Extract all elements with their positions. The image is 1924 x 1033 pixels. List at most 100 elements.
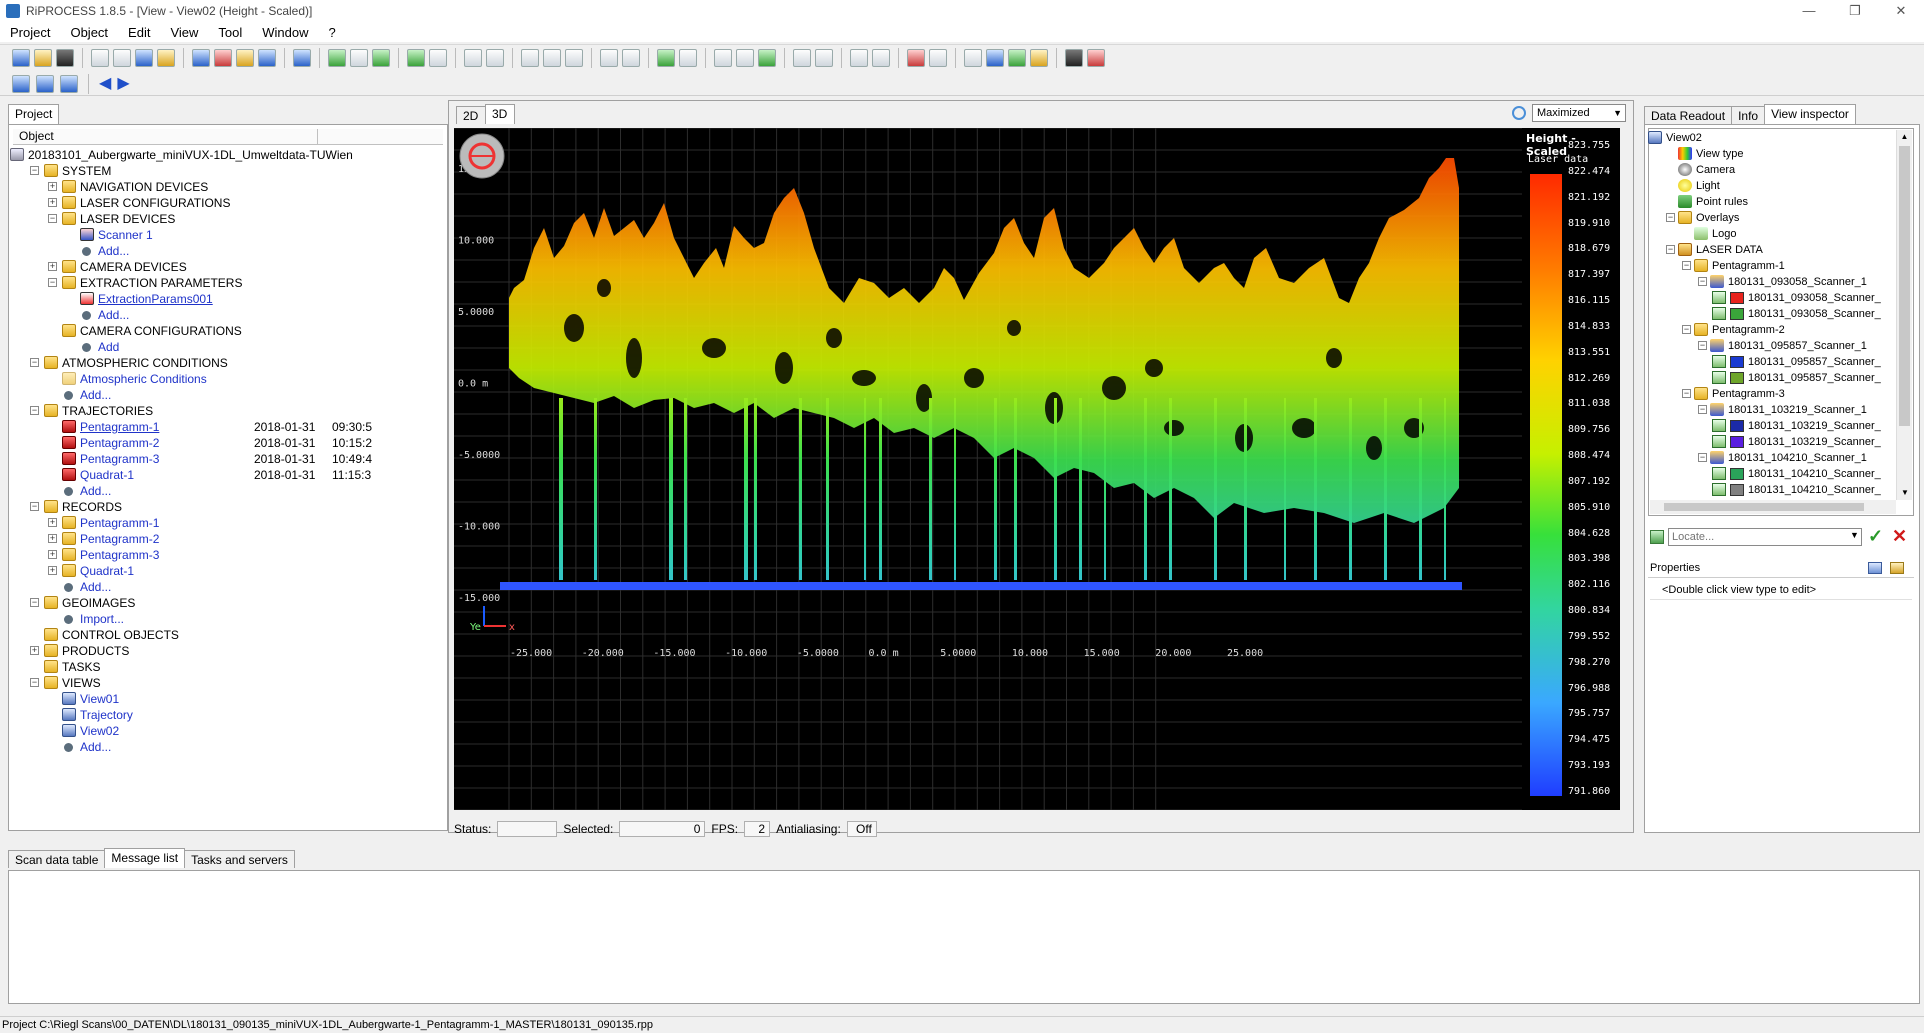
menu-project[interactable]: Project [10,25,50,40]
color-swatch[interactable] [1730,436,1744,448]
locate-input[interactable] [1668,528,1862,546]
tree-item[interactable]: Add [8,339,444,355]
collapse-icon[interactable]: − [48,278,57,287]
plane-icon[interactable] [714,48,732,67]
navigation-compass-icon[interactable] [459,133,505,179]
tree-item[interactable]: − EXTRACTION PARAMETERS [8,275,444,291]
pin-view-icon[interactable] [1512,106,1526,120]
tree-item-label[interactable]: PRODUCTS [62,643,129,659]
collapse-icon[interactable]: − [1698,341,1707,350]
tree-vscrollbar[interactable]: ▲ ▼ [1896,130,1912,500]
collapse-icon[interactable]: − [30,166,39,175]
inspector-item-label[interactable]: 180131_103219_Scanner_ [1748,418,1881,434]
globe-icon[interactable] [293,48,311,67]
tree-item-label[interactable]: Pentagramm-3 [80,547,159,563]
tree-item-label[interactable]: Pentagramm-1 [80,419,159,435]
point-cloud-view[interactable]: 15.000 10.000 5.0000 0.0 m -5.0000 -10.000 -15… [454,128,1522,810]
pin-icon[interactable] [600,48,618,67]
layout-vertical-icon[interactable] [36,74,54,93]
copy-properties-icon[interactable] [1868,562,1882,574]
inspector-item-label[interactable]: 180131_104210_Scanner_ [1748,482,1881,498]
properties-hint[interactable]: <Double click view type to edit> [1650,582,1912,600]
inspector-tree-item[interactable]: 180131_093058_Scanner_ [1648,290,1896,306]
inspector-tree-item[interactable]: − Pentagramm-1 [1648,258,1896,274]
color-swatch[interactable] [1730,420,1744,432]
inspector-item-label[interactable]: 180131_104210_Scanner_ [1748,466,1881,482]
inspector-tree-item[interactable]: − 180131_103219_Scanner_1 [1648,402,1896,418]
tab-message-list[interactable]: Message list [104,848,186,868]
inspector-item-label[interactable]: LASER DATA [1696,242,1763,258]
tree-item[interactable]: − SYSTEM [8,163,444,179]
inspector-item-label[interactable]: 180131_104210_Scanner_1 [1728,450,1867,466]
inspector-tree-item[interactable]: − 180131_093058_Scanner_1 [1648,274,1896,290]
tree-item-label[interactable]: 20183101_Aubergwarte_miniVUX-1DL_Umweltd… [28,147,353,163]
visibility-check-icon[interactable] [1712,291,1726,304]
undo-icon[interactable] [815,48,833,67]
close-button[interactable]: ✕ [1878,0,1924,22]
view-2d-icon[interactable] [328,48,346,67]
tab-tasks-and-servers[interactable]: Tasks and servers [184,850,295,868]
column-divider[interactable] [317,129,318,144]
back-arrow-icon[interactable]: ◀ [99,75,111,92]
locate-dropdown-icon[interactable]: ▼ [1850,530,1859,540]
expand-icon[interactable]: + [48,262,57,271]
tree-item[interactable]: Add... [8,483,444,499]
tab-scan-data-table[interactable]: Scan data table [8,850,106,868]
colorbar-icon[interactable] [1030,48,1048,67]
collapse-icon[interactable]: − [30,406,39,415]
expand-icon[interactable]: + [48,182,57,191]
tree-item[interactable]: Atmospheric Conditions [8,371,444,387]
tree-item-label[interactable]: Pentagramm-2 [80,435,159,451]
tree-item[interactable]: − GEOIMAGES [8,595,444,611]
tree-item[interactable]: CONTROL OBJECTS [8,627,444,643]
tree-item-label[interactable]: Add... [98,307,129,323]
tree-item-label[interactable]: Scanner 1 [98,227,153,243]
color-swatch[interactable] [1730,308,1744,320]
filter-icon[interactable] [986,48,1004,67]
tree-item-label[interactable]: Pentagramm-3 [80,451,159,467]
inspector-tree-item[interactable]: 180131_103219_Scanner_ [1648,434,1896,450]
inspector-item-label[interactable]: Pentagramm-2 [1712,322,1785,338]
minimize-button[interactable]: — [1786,0,1832,22]
tree-item-label[interactable]: View01 [80,691,119,707]
tree-item[interactable]: + NAVIGATION DEVICES [8,179,444,195]
tree-item-label[interactable]: CAMERA DEVICES [80,259,187,275]
expand-icon[interactable]: + [48,566,57,575]
tree-item-label[interactable]: Pentagramm-1 [80,515,159,531]
tree-item[interactable]: − ATMOSPHERIC CONDITIONS [8,355,444,371]
palette-icon[interactable] [1087,48,1105,67]
visibility-check-icon[interactable] [1712,371,1726,384]
inspector-tree-item[interactable]: − Pentagramm-3 [1648,386,1896,402]
select-icon[interactable] [464,48,482,67]
tree-item[interactable]: + Pentagramm-2 [8,531,444,547]
grid-icon[interactable] [758,48,776,67]
tab-project[interactable]: Project [8,104,60,124]
tree-item-label[interactable]: SYSTEM [62,163,111,179]
inspector-tree-item[interactable]: 180131_095857_Scanner_ [1648,370,1896,386]
tree-item[interactable]: View02 [8,723,444,739]
object-column-header[interactable]: Object [19,129,54,143]
tab-info[interactable]: Info [1731,106,1766,124]
hscroll-thumb[interactable] [1664,503,1864,511]
tree-item-label[interactable]: NAVIGATION DEVICES [80,179,208,195]
tree-item[interactable]: CAMERA CONFIGURATIONS [8,323,444,339]
delete-icon[interactable] [793,48,811,67]
tree-item-label[interactable]: Trajectory [80,707,133,723]
inspector-tree-item[interactable]: Logo [1648,226,1896,242]
inspector-tree-item[interactable]: − 180131_104210_Scanner_1 [1648,450,1896,466]
inspector-item-label[interactable]: Camera [1696,162,1735,178]
tree-item[interactable]: + Pentagramm-3 [8,547,444,563]
tree-item[interactable]: Pentagramm-1 2018-01-31 09:30:5 [8,419,444,435]
screenshot-icon[interactable] [1065,48,1083,67]
inspector-tree-item[interactable]: − Overlays [1648,210,1896,226]
collapse-icon[interactable]: − [30,358,39,367]
color-swatch[interactable] [1730,468,1744,480]
tree-item[interactable]: Quadrat-1 2018-01-31 11:15:3 [8,467,444,483]
inspector-item-label[interactable]: 180131_103219_Scanner_1 [1728,402,1867,418]
scroll-down-icon[interactable]: ▼ [1897,486,1913,500]
visibility-check-icon[interactable] [1712,419,1726,432]
tree-item[interactable]: + PRODUCTS [8,643,444,659]
tab-2d[interactable]: 2D [456,106,486,124]
tree-item-label[interactable]: ATMOSPHERIC CONDITIONS [62,355,228,371]
tree-item-label[interactable]: CONTROL OBJECTS [62,627,179,643]
